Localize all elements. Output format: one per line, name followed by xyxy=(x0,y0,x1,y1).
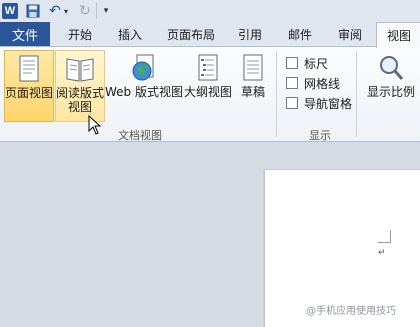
reading-layout-label-line2: 视图 xyxy=(67,100,92,114)
qat-divider xyxy=(96,3,97,19)
print-layout-label: 页面视图 xyxy=(5,86,54,100)
tab-review[interactable]: 审阅 xyxy=(328,22,372,46)
magnifier-icon xyxy=(376,54,406,82)
gridlines-label: 网格线 xyxy=(304,76,341,91)
tab-home[interactable]: 开始 xyxy=(58,22,102,46)
reading-layout-label-line1: 阅读版式 xyxy=(56,86,105,100)
draft-icon xyxy=(238,54,268,82)
undo-icon[interactable]: ↶ xyxy=(48,3,62,19)
outline-label: 大纲视图 xyxy=(183,85,232,99)
word-logo-icon[interactable]: W xyxy=(2,3,18,19)
ruler-label: 标尺 xyxy=(304,56,329,71)
nav-pane-checkbox[interactable] xyxy=(286,97,298,109)
print-layout-icon xyxy=(14,55,44,83)
group-divider xyxy=(356,51,357,137)
margin-corner-mark xyxy=(378,230,391,243)
print-layout-button[interactable]: 页面视图 xyxy=(4,50,54,122)
gridlines-checkbox[interactable] xyxy=(286,77,298,89)
redo-icon[interactable]: ↻ xyxy=(78,3,92,19)
zoom-button[interactable]: 显示比例 xyxy=(362,50,420,122)
globe-icon xyxy=(129,54,159,82)
group-divider xyxy=(276,51,277,137)
show-group-label: 显示 xyxy=(309,129,331,142)
tab-page-layout[interactable]: 页面布局 xyxy=(160,22,222,46)
outline-button[interactable]: 大纲视图 xyxy=(182,50,234,122)
mouse-cursor-icon xyxy=(88,114,102,135)
web-layout-button[interactable]: Web 版式视图 xyxy=(105,50,183,122)
save-icon xyxy=(26,4,40,18)
web-layout-label: Web 版式视图 xyxy=(105,85,183,99)
quick-access-toolbar: W ↶ ▾ ↻ ▾ xyxy=(0,0,420,22)
tab-references[interactable]: 引用 xyxy=(228,22,272,46)
tab-file[interactable]: 文件 xyxy=(0,22,50,46)
draft-button[interactable]: 草稿 xyxy=(236,50,270,122)
save-button[interactable] xyxy=(26,3,40,19)
undo-dropdown-icon[interactable]: ▾ xyxy=(62,3,70,19)
word-window: W ↶ ▾ ↻ ▾ 文件 开始 插入 页面布局 引用 邮件 审阅 视图 页面视图… xyxy=(0,0,420,327)
zoom-label: 显示比例 xyxy=(366,85,415,99)
tab-mailings[interactable]: 邮件 xyxy=(278,22,322,46)
tab-insert[interactable]: 插入 xyxy=(108,22,152,46)
paragraph-mark: ↵ xyxy=(378,248,386,258)
nav-pane-label: 导航窗格 xyxy=(304,96,353,111)
outline-icon xyxy=(193,54,223,82)
ruler-checkbox[interactable] xyxy=(286,57,298,69)
nav-pane-checkbox-row[interactable]: 导航窗格 xyxy=(286,95,352,111)
tab-view[interactable]: 视图 xyxy=(376,22,420,48)
ruler-checkbox-row[interactable]: 标尺 xyxy=(286,55,328,71)
document-area[interactable]: ↵ xyxy=(0,142,420,327)
gridlines-checkbox-row[interactable]: 网格线 xyxy=(286,75,340,91)
draft-label: 草稿 xyxy=(240,85,265,99)
watermark-text: @手机应用使用技巧 xyxy=(306,306,396,317)
reading-layout-button[interactable]: 阅读版式 视图 xyxy=(55,50,105,122)
document-views-group-label: 文档视图 xyxy=(118,129,162,142)
reading-layout-icon xyxy=(65,55,95,83)
customize-qat-icon[interactable]: ▾ xyxy=(101,3,111,19)
ribbon-tabs: 文件 开始 插入 页面布局 引用 邮件 审阅 视图 xyxy=(0,22,420,48)
ribbon-view: 页面视图 阅读版式 视图 Web 版式视图 大纲视图 草稿 文档视图 标尺 网格… xyxy=(0,46,420,142)
